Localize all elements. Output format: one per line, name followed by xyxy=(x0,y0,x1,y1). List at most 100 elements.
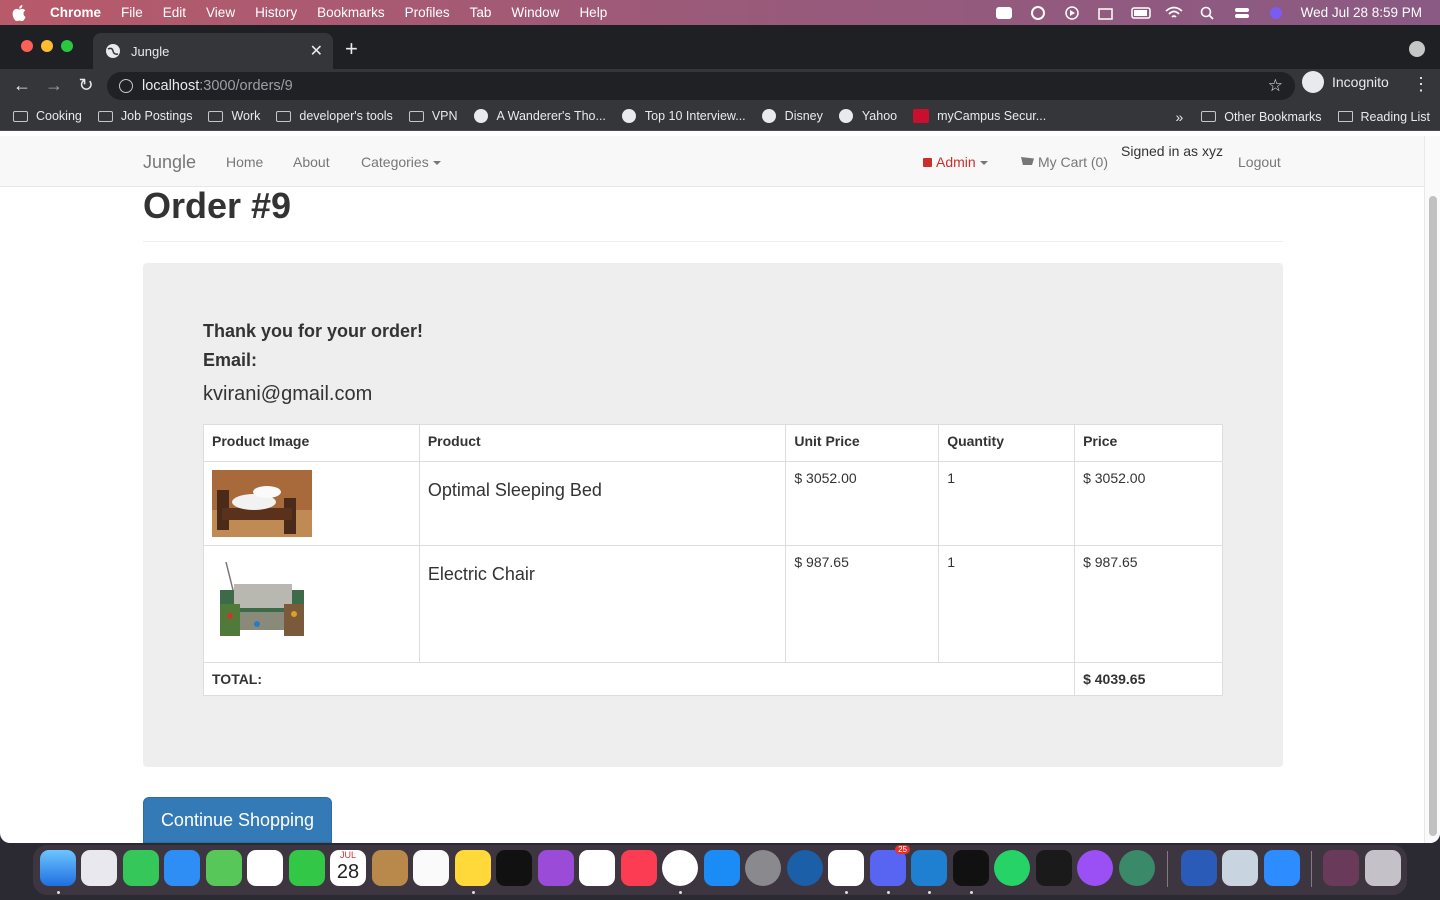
bookmark-link[interactable]: Top 10 Interview... xyxy=(621,109,746,123)
page-scrollbar[interactable] xyxy=(1424,136,1440,843)
menu-view[interactable]: View xyxy=(206,5,235,20)
control-center-icon[interactable] xyxy=(1233,6,1251,20)
address-bar[interactable]: localhost:3000/orders/9 ☆ xyxy=(107,72,1295,100)
close-window-button[interactable] xyxy=(21,40,33,52)
chrome-menu-icon[interactable]: ⋮ xyxy=(1412,74,1430,95)
scrollbar-thumb[interactable] xyxy=(1429,196,1437,836)
bookmark-folder[interactable]: developer's tools xyxy=(276,109,393,123)
menu-edit[interactable]: Edit xyxy=(163,5,186,20)
apple-tv-icon[interactable] xyxy=(496,850,532,886)
forward-arrow-icon[interactable]: → xyxy=(44,75,64,95)
tab-search-icon[interactable] xyxy=(1409,41,1425,57)
maps-icon[interactable] xyxy=(206,850,242,886)
site-info-icon[interactable] xyxy=(119,79,133,93)
cart-label: My Cart (0) xyxy=(1038,154,1108,170)
wifi-icon[interactable] xyxy=(1165,6,1183,20)
reload-icon[interactable]: ↻ xyxy=(76,75,96,95)
bookmark-label: A Wanderer's Tho... xyxy=(496,109,606,123)
nav-home[interactable]: Home xyxy=(226,154,263,170)
podcasts-icon[interactable] xyxy=(538,850,574,886)
apple-icon[interactable] xyxy=(12,4,28,21)
zoom-icon[interactable] xyxy=(1264,850,1300,886)
trash-icon[interactable] xyxy=(1365,850,1401,886)
other-bookmarks[interactable]: Other Bookmarks xyxy=(1201,110,1322,124)
close-tab-icon[interactable]: ✕ xyxy=(310,41,323,61)
reading-list[interactable]: Reading List xyxy=(1337,110,1430,124)
battery-icon[interactable] xyxy=(1130,6,1151,20)
system-preferences-icon[interactable] xyxy=(745,850,781,886)
whatsapp-icon[interactable] xyxy=(994,850,1030,886)
downloads-stack-icon[interactable] xyxy=(1323,850,1359,886)
calendar-icon[interactable]: JUL 28 xyxy=(330,850,366,886)
bookmark-folder[interactable]: Job Postings xyxy=(97,109,192,123)
nav-admin[interactable]: Admin xyxy=(923,154,988,170)
messenger-icon[interactable] xyxy=(1077,850,1113,886)
mail-icon[interactable] xyxy=(164,850,200,886)
menu-file[interactable]: File xyxy=(121,5,143,20)
search-icon[interactable] xyxy=(1199,6,1217,20)
menu-tab[interactable]: Tab xyxy=(470,5,492,20)
brand-link[interactable]: Jungle xyxy=(143,152,196,173)
menu-history[interactable]: History xyxy=(255,5,297,20)
atom-icon[interactable] xyxy=(1119,850,1155,886)
quicktime-icon[interactable] xyxy=(787,850,823,886)
zoom-window-button[interactable] xyxy=(61,40,73,52)
photos-icon[interactable] xyxy=(247,850,283,886)
play-icon[interactable] xyxy=(1063,5,1081,20)
bookmark-star-icon[interactable]: ☆ xyxy=(1268,76,1283,96)
nav-categories[interactable]: Categories xyxy=(361,154,441,170)
finder-icon[interactable] xyxy=(40,850,76,886)
bookmark-link[interactable]: A Wanderer's Tho... xyxy=(473,109,606,123)
messages-icon[interactable] xyxy=(123,850,159,886)
bookmark-link[interactable]: Yahoo xyxy=(838,109,897,123)
back-arrow-icon[interactable]: ← xyxy=(12,75,32,95)
siri-icon[interactable] xyxy=(1267,6,1285,20)
menu-bookmarks[interactable]: Bookmarks xyxy=(317,5,385,20)
creative-cloud-icon[interactable] xyxy=(1029,5,1047,20)
music-icon[interactable] xyxy=(621,850,657,886)
minimize-window-button[interactable] xyxy=(41,40,53,52)
menubar-clock[interactable]: Wed Jul 28 8:59 PM xyxy=(1301,5,1422,20)
new-tab-button[interactable]: + xyxy=(345,38,358,60)
bookmark-label: Cooking xyxy=(36,109,82,123)
cart-icon xyxy=(1021,157,1034,165)
browser-tab[interactable]: Jungle ✕ xyxy=(93,33,333,69)
word-icon[interactable] xyxy=(1181,850,1217,886)
launchpad-icon[interactable] xyxy=(81,850,117,886)
intellij-icon[interactable] xyxy=(1036,850,1072,886)
menu-window[interactable]: Window xyxy=(511,5,559,20)
reminders-icon[interactable] xyxy=(413,850,449,886)
screen-icon[interactable] xyxy=(995,6,1013,20)
notes-icon[interactable] xyxy=(455,850,491,886)
bed-product-image[interactable] xyxy=(212,470,312,537)
bookmark-folder[interactable]: Cooking xyxy=(13,109,82,123)
chrome-icon[interactable] xyxy=(662,850,698,886)
continue-shopping-button[interactable]: Continue Shopping xyxy=(143,797,332,843)
menu-app-name[interactable]: Chrome xyxy=(50,5,101,20)
bookmarks-overflow-icon[interactable]: » xyxy=(1175,109,1183,125)
news-icon[interactable] xyxy=(579,850,615,886)
terminal-icon[interactable] xyxy=(953,850,989,886)
nav-about[interactable]: About xyxy=(293,154,330,170)
nav-cart[interactable]: My Cart (0) xyxy=(1021,154,1108,170)
app-store-icon[interactable] xyxy=(704,850,740,886)
bookmark-link[interactable]: myCampus Secur... xyxy=(913,109,1046,123)
chair-product-image[interactable] xyxy=(212,554,312,654)
bookmark-link[interactable]: Disney xyxy=(761,109,823,123)
menu-profiles[interactable]: Profiles xyxy=(405,5,450,20)
campus-icon xyxy=(913,109,930,123)
contacts-icon[interactable] xyxy=(372,850,408,886)
window-icon[interactable] xyxy=(1097,6,1115,20)
bookmark-label: developer's tools xyxy=(299,109,393,123)
unit-price: $ 987.65 xyxy=(785,545,940,663)
vscode-icon[interactable] xyxy=(911,850,947,886)
discord-icon[interactable]: 25 xyxy=(870,845,910,886)
facetime-icon[interactable] xyxy=(289,850,325,886)
menu-help[interactable]: Help xyxy=(579,5,607,20)
bookmark-folder[interactable]: Work xyxy=(208,109,260,123)
incognito-indicator[interactable]: Incognito xyxy=(1302,71,1389,93)
bookmark-folder[interactable]: VPN xyxy=(408,109,458,123)
preview-icon[interactable] xyxy=(1222,850,1258,886)
nav-logout[interactable]: Logout xyxy=(1238,154,1281,170)
slack-icon[interactable] xyxy=(828,850,864,886)
